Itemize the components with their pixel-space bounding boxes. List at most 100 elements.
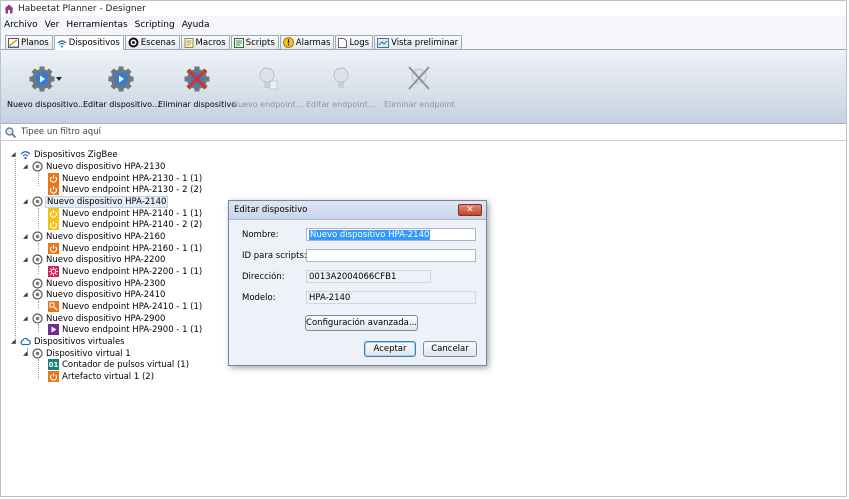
menu-ver[interactable]: Ver <box>45 20 60 30</box>
cloud-icon <box>20 337 31 346</box>
tab-scripts[interactable]: Scripts <box>230 35 279 49</box>
edit-endpoint-button[interactable]: Editar endpoint... <box>306 64 375 109</box>
address-field: 0013A2004066CFB1 <box>306 270 431 283</box>
tree-connector <box>38 243 39 251</box>
device-gear-icon <box>32 348 43 359</box>
tree-connector <box>38 208 39 228</box>
name-label: Nombre: <box>242 230 279 240</box>
device-toolbar: Nuevo dispositivo... Editar dispositivo.… <box>1 50 846 124</box>
expand-arrow-icon[interactable]: ◢ <box>23 198 30 205</box>
menu-ayuda[interactable]: Ayuda <box>182 20 210 30</box>
macro-icon <box>184 37 194 48</box>
tree-node-virtual-root[interactable]: ◢ Dispositivos virtuales <box>11 336 125 347</box>
menu-archivo[interactable]: Archivo <box>4 20 38 30</box>
expand-arrow-icon[interactable]: ◢ <box>23 291 30 298</box>
menu-herramientas[interactable]: Herramientas <box>66 20 127 30</box>
tab-macros[interactable]: Macros <box>180 35 230 49</box>
tree-node-endpoint[interactable]: Nuevo endpoint HPA-2200 - 1 (1) <box>48 266 202 277</box>
tree-node-device[interactable]: ◢ Nuevo dispositivo HPA-2410 <box>23 289 165 300</box>
device-gear-icon <box>32 313 43 324</box>
tab-logs[interactable]: Logs <box>335 35 374 49</box>
expand-arrow-icon[interactable]: ◢ <box>23 350 30 357</box>
counter-icon: 01 <box>48 359 59 370</box>
name-field[interactable]: Nuevo dispositivo HPA-2140 <box>306 228 476 241</box>
delete-endpoint-button[interactable]: Eliminar endpoint <box>384 64 455 109</box>
app-window: Habeetat Planner - Designer Archivo Ver … <box>0 0 847 497</box>
expand-arrow-icon[interactable]: ◢ <box>23 233 30 240</box>
tree-node-endpoint[interactable]: Artefacto virtual 1 (2) <box>48 371 154 382</box>
menu-bar: Archivo Ver Herramientas Scripting Ayuda <box>1 16 846 34</box>
tree-node-device[interactable]: ◢ Nuevo dispositivo HPA-2130 <box>23 161 165 172</box>
close-icon[interactable]: ✕ <box>458 204 482 216</box>
tree-node-endpoint[interactable]: Nuevo endpoint HPA-2410 - 1 (1) <box>48 301 202 312</box>
tree-connector <box>38 359 39 379</box>
expand-arrow-icon[interactable]: ◢ <box>23 256 30 263</box>
dialog-title-bar: Editar dispositivo ✕ <box>229 201 486 220</box>
tab-strip: Planos Dispositivos Escenas Macros Scrip… <box>1 34 846 50</box>
tab-vista-preliminar[interactable]: Vista preliminar <box>374 35 463 49</box>
power-icon <box>48 243 59 254</box>
menu-scripting[interactable]: Scripting <box>135 20 175 30</box>
expand-arrow-icon[interactable]: ◢ <box>23 163 30 170</box>
tree-connector <box>15 159 16 344</box>
model-label: Modelo: <box>242 293 276 303</box>
bulb-delete-icon <box>408 66 431 90</box>
tree-connector <box>38 301 39 309</box>
tree-node-device[interactable]: ◢ Nuevo dispositivo HPA-2200 <box>23 254 165 265</box>
app-house-icon <box>4 4 14 13</box>
expand-arrow-icon[interactable]: ◢ <box>23 315 30 322</box>
relay-icon <box>48 301 59 312</box>
floorplan-icon <box>8 37 19 48</box>
gear-add-icon <box>29 66 63 92</box>
search-icon <box>5 126 16 138</box>
window-title: Habeetat Planner - Designer <box>18 3 146 14</box>
dimmer-icon <box>48 266 59 277</box>
model-field: HPA-2140 <box>306 291 476 304</box>
tab-escenas[interactable]: Escenas <box>124 35 180 49</box>
new-endpoint-button[interactable]: Nuevo endpoint... <box>232 64 303 109</box>
tree-node-device[interactable]: ◢ Nuevo dispositivo HPA-2900 <box>23 313 165 324</box>
tree-node-device[interactable]: ◢ Nuevo dispositivo HPA-2160 <box>23 231 165 242</box>
tree-node-device-selected[interactable]: ◢ Nuevo dispositivo HPA-2140 <box>23 195 169 208</box>
device-gear-icon <box>32 278 43 289</box>
tree-node-endpoint[interactable]: Nuevo endpoint HPA-2140 - 2 (2) <box>48 219 202 230</box>
edit-device-dialog: Editar dispositivo ✕ Nombre: Nuevo dispo… <box>228 200 487 366</box>
tree-node-device[interactable]: Nuevo dispositivo HPA-2300 <box>23 278 165 289</box>
gear-edit-icon <box>108 66 134 92</box>
expand-arrow-icon[interactable]: ◢ <box>11 338 18 345</box>
filter-input[interactable]: Tipee un filtro aquí <box>21 127 101 137</box>
tab-planos[interactable]: Planos <box>5 35 53 49</box>
new-device-button[interactable]: Nuevo dispositivo... <box>7 64 85 109</box>
tab-dispositivos[interactable]: Dispositivos <box>53 35 124 50</box>
expand-arrow-icon[interactable]: ◢ <box>11 151 18 158</box>
device-gear-icon <box>32 254 43 265</box>
dialog-title: Editar dispositivo <box>234 205 308 215</box>
script-id-field[interactable] <box>306 249 476 262</box>
play-icon <box>48 324 59 335</box>
bulb-edit-icon <box>333 67 349 88</box>
device-gear-icon <box>32 231 43 242</box>
advanced-config-button[interactable]: Configuración avanzada... <box>305 315 418 331</box>
device-gear-icon <box>32 161 43 172</box>
tree-node-endpoint[interactable]: Nuevo endpoint HPA-2130 - 1 (1) <box>48 173 202 184</box>
tree-node-virtual-device[interactable]: ◢ Dispositivo virtual 1 <box>23 348 131 359</box>
title-bar: Habeetat Planner - Designer <box>1 1 846 16</box>
tree-connector <box>38 324 39 332</box>
delete-device-button[interactable]: Eliminar dispositivo <box>158 64 236 109</box>
edit-device-button[interactable]: Editar dispositivo... <box>83 64 160 109</box>
tree-node-endpoint[interactable]: Nuevo endpoint HPA-2900 - 1 (1) <box>48 324 202 335</box>
gear-delete-icon <box>184 66 210 92</box>
script-icon <box>233 37 244 48</box>
power-icon <box>48 208 59 219</box>
tab-alarmas[interactable]: Alarmas <box>279 35 335 49</box>
cancel-button[interactable]: Cancelar <box>423 341 477 357</box>
scenes-icon <box>128 37 139 48</box>
tree-node-endpoint[interactable]: Nuevo endpoint HPA-2140 - 1 (1) <box>48 208 202 219</box>
accept-button[interactable]: Aceptar <box>364 341 416 357</box>
tree-node-endpoint[interactable]: 01 Contador de pulsos virtual (1) <box>48 359 189 370</box>
tree-node-endpoint[interactable]: Nuevo endpoint HPA-2130 - 2 (2) <box>48 184 202 195</box>
tree-node-zigbee-root[interactable]: ◢ Dispositivos ZigBee <box>11 149 118 160</box>
filter-bar: Tipee un filtro aquí <box>1 124 846 141</box>
tree-node-endpoint[interactable]: Nuevo endpoint HPA-2160 - 1 (1) <box>48 243 202 254</box>
script-id-label: ID para scripts: <box>242 251 307 261</box>
